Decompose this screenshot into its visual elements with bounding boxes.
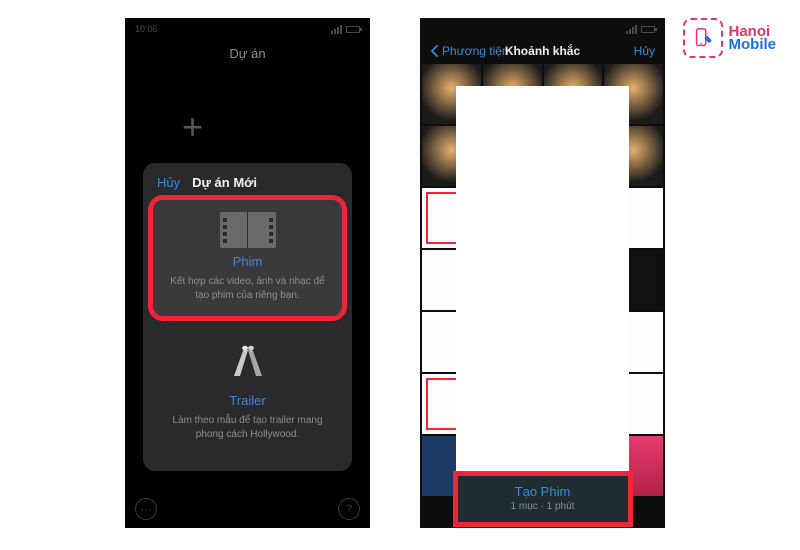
plus-icon: + — [182, 106, 203, 148]
trailer-option-label: Trailer — [229, 393, 265, 408]
create-movie-button[interactable]: Tạo Phim 1 mục · 1 phút — [458, 476, 628, 522]
cancel-button[interactable]: Hủy — [634, 44, 655, 58]
new-project-button[interactable]: + — [145, 79, 240, 174]
battery-icon — [641, 26, 655, 33]
new-project-sheet: Hủy Dự án Mới Phim Kết hợp các video, ản… — [143, 163, 352, 471]
signal-icon — [331, 25, 342, 34]
status-bar: 10:06 — [125, 18, 370, 40]
movie-option-card[interactable]: Phim Kết hợp các video, ảnh và nhạc để t… — [153, 200, 342, 316]
status-bar — [420, 18, 665, 40]
status-time: 10:06 — [135, 24, 158, 34]
back-button[interactable]: Phương tiện — [430, 44, 509, 58]
movie-option-desc: Kết hợp các video, ảnh và nhạc để tạo ph… — [163, 275, 332, 302]
chevron-left-icon — [430, 45, 439, 57]
film-strip-icon — [220, 212, 276, 248]
screenshot-right-media-picker: Phương tiện Khoảnh khắc Hủy — [420, 18, 665, 528]
battery-icon — [346, 26, 360, 33]
cancel-button[interactable]: Hủy — [157, 175, 180, 190]
movie-option-label: Phim — [233, 254, 263, 269]
brand-text-b: Mobile — [729, 37, 777, 52]
sheet-title: Dự án Mới — [192, 175, 257, 190]
more-button[interactable]: ⋯ — [135, 498, 157, 520]
trailer-option-card[interactable]: Trailer Làm theo mẫu để tạo trailer mang… — [153, 330, 342, 455]
spotlight-icon — [224, 342, 272, 387]
page-title: Dự án — [125, 40, 370, 71]
trailer-option-desc: Làm theo mẫu để tạo trailer mang phong c… — [163, 414, 332, 441]
watermark-logo: Hanoi Mobile — [683, 18, 777, 58]
phone-spanner-icon — [683, 18, 723, 58]
back-label: Phương tiện — [442, 44, 509, 58]
highlight-box — [453, 471, 633, 527]
signal-icon — [626, 25, 637, 34]
picker-nav-bar: Phương tiện Khoảnh khắc Hủy — [420, 40, 665, 64]
help-button[interactable]: ? — [338, 498, 360, 520]
selection-preview — [456, 86, 629, 471]
screenshot-left-new-project: 10:06 Dự án + Hủy Dự án Mới Phim — [125, 18, 370, 528]
